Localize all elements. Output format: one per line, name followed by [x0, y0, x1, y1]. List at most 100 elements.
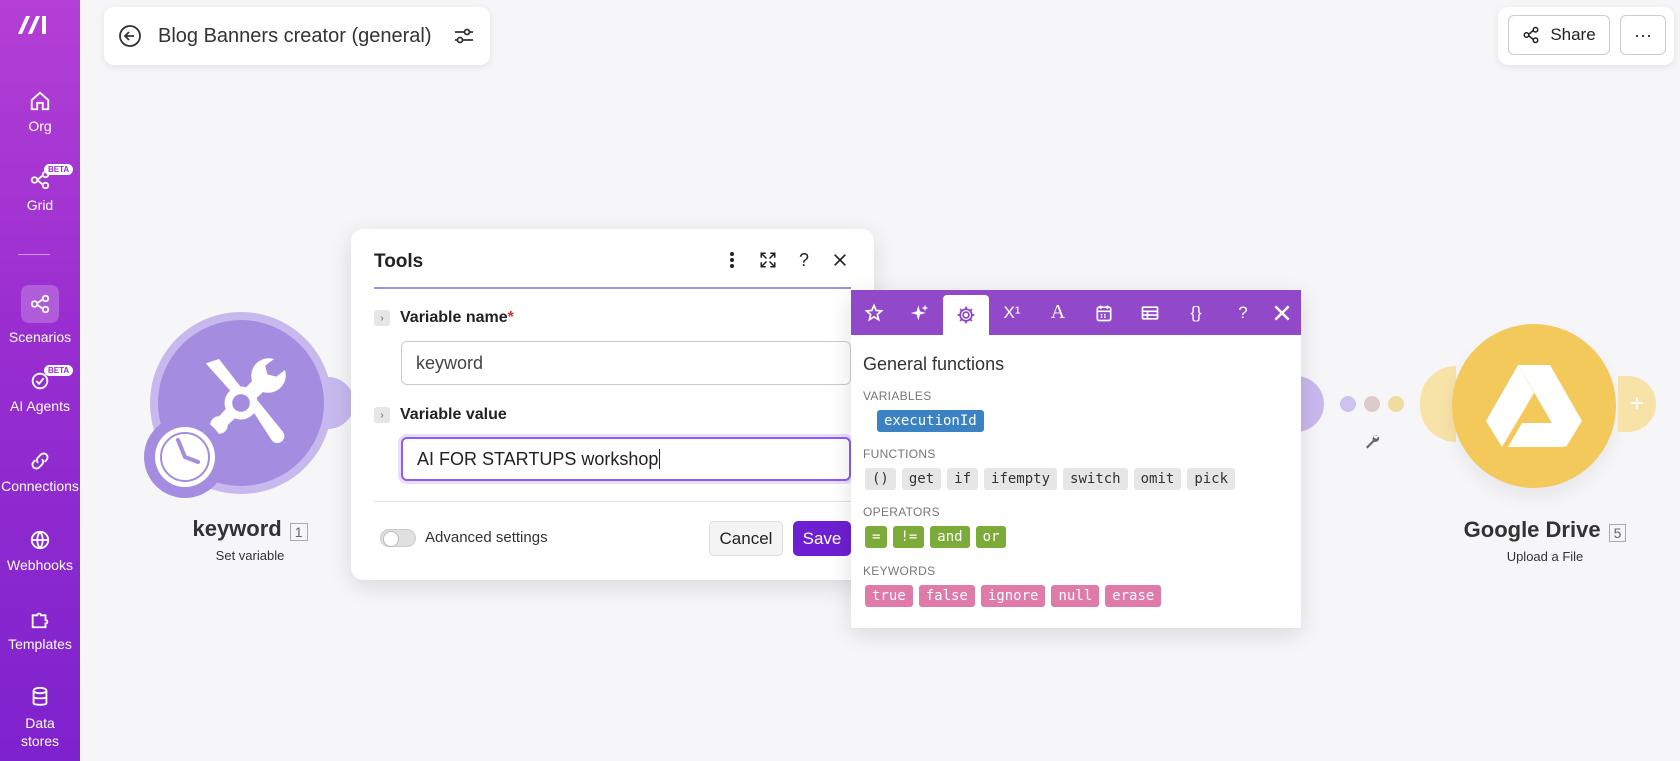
- share-button[interactable]: Share: [1508, 15, 1610, 55]
- functions-panel: X¹ A {} ? General functions VARIABLES ex…: [851, 290, 1301, 628]
- more-options-button[interactable]: ···: [1620, 15, 1666, 55]
- braces-icon: {}: [1190, 302, 1202, 322]
- section-title-operators: OPERATORS: [863, 505, 940, 519]
- section-title-functions: FUNCTIONS: [863, 447, 936, 461]
- schedule-clock-badge[interactable]: [144, 416, 226, 498]
- chip-operator[interactable]: or: [975, 526, 1007, 548]
- advanced-settings-toggle[interactable]: [380, 529, 416, 547]
- puzzle-icon: [31, 612, 49, 629]
- make-logo-icon[interactable]: [16, 10, 52, 38]
- sidebar-item-ai-agents[interactable]: BETA AI Agents: [0, 365, 80, 414]
- field-label-text: Variable name: [400, 309, 508, 326]
- chip-operator[interactable]: =: [865, 526, 888, 548]
- tab-date-functions[interactable]: [1081, 290, 1127, 335]
- advanced-settings-label: Advanced settings: [425, 529, 548, 546]
- dialog-header: Tools ?: [374, 249, 851, 289]
- sidebar: Org BETA Grid Scenarios BETA AI Agents C…: [0, 0, 80, 761]
- chip-keyword[interactable]: null: [1051, 585, 1100, 607]
- drive-module-input-connector[interactable]: [1420, 366, 1456, 442]
- wrench-icon[interactable]: [1363, 432, 1381, 450]
- sidebar-item-grid[interactable]: BETA Grid: [0, 164, 80, 213]
- sidebar-item-scenarios[interactable]: Scenarios: [0, 285, 80, 345]
- chip-function[interactable]: switch: [1063, 468, 1128, 490]
- chip-function[interactable]: (): [865, 468, 896, 490]
- module-number: 1: [289, 522, 308, 541]
- beta-badge: BETA: [44, 365, 74, 376]
- field-label-text: Variable value: [400, 406, 507, 423]
- sidebar-item-data-stores[interactable]: Data stores: [0, 686, 80, 750]
- variable-name-input[interactable]: keyword: [401, 341, 851, 385]
- kebab-menu-icon[interactable]: [721, 249, 743, 271]
- chevron-right-icon[interactable]: ›: [374, 310, 390, 326]
- keyword-module-label: keyword 1 Set variable: [180, 516, 320, 563]
- variables-chips: executionId: [877, 410, 984, 432]
- cancel-button[interactable]: Cancel: [709, 521, 783, 556]
- help-icon: ?: [1238, 302, 1248, 322]
- sidebar-item-label: Webhooks: [7, 557, 73, 573]
- chip-function[interactable]: pick: [1187, 468, 1236, 490]
- dialog-divider: [374, 501, 851, 502]
- module-subtitle: Upload a File: [1506, 549, 1584, 564]
- chip-keyword[interactable]: false: [918, 585, 975, 607]
- scenario-title[interactable]: Blog Banners creator (general): [158, 25, 452, 48]
- tab-general-functions[interactable]: [943, 295, 989, 335]
- close-icon[interactable]: [829, 249, 851, 271]
- functions-tabs: X¹ A {} ?: [851, 290, 1301, 335]
- tab-array-functions[interactable]: [1127, 290, 1173, 335]
- chip-operator[interactable]: !=: [893, 526, 925, 548]
- chip-keyword[interactable]: true: [865, 585, 913, 607]
- sidebar-item-webhooks[interactable]: Webhooks: [0, 529, 80, 573]
- chip-function[interactable]: get: [901, 468, 942, 490]
- keywords-chips: true false ignore null erase: [865, 585, 1162, 607]
- chip-function[interactable]: omit: [1133, 468, 1182, 490]
- top-right-actions: Share ···: [1498, 7, 1674, 65]
- panel-close[interactable]: [1267, 290, 1297, 335]
- panel-heading: General functions: [863, 354, 1005, 374]
- database-icon: [32, 686, 48, 706]
- sliders-icon[interactable]: [452, 24, 476, 48]
- tab-math-functions[interactable]: X¹: [989, 290, 1035, 335]
- chip-variable[interactable]: executionId: [877, 410, 984, 432]
- close-icon: [1274, 304, 1290, 321]
- add-module-plus-icon[interactable]: +: [1618, 376, 1656, 432]
- globe-icon: [30, 530, 50, 550]
- share-nodes-icon: [30, 294, 50, 314]
- text-cursor: [659, 449, 661, 469]
- chip-keyword[interactable]: erase: [1105, 585, 1162, 607]
- chip-keyword[interactable]: ignore: [980, 585, 1046, 607]
- input-value: AI FOR STARTUPS workshop: [417, 448, 659, 469]
- chip-function[interactable]: if: [947, 468, 979, 490]
- variable-value-input[interactable]: AI FOR STARTUPS workshop: [401, 437, 851, 481]
- sidebar-item-templates[interactable]: Templates: [0, 608, 80, 652]
- functions-chips: () get if ifempty switch omit pick: [865, 468, 1236, 490]
- table-icon: [1141, 305, 1159, 320]
- share-label: Share: [1550, 25, 1596, 44]
- tab-help[interactable]: ?: [1219, 290, 1267, 335]
- chevron-right-icon[interactable]: ›: [374, 407, 390, 423]
- help-icon[interactable]: ?: [793, 249, 815, 271]
- operators-chips: = != and or: [865, 526, 1007, 548]
- chip-function[interactable]: ifempty: [984, 468, 1058, 490]
- expand-icon[interactable]: [757, 249, 779, 271]
- sidebar-item-org[interactable]: Org: [0, 90, 80, 134]
- sidebar-item-label: Grid: [26, 197, 54, 213]
- chip-operator[interactable]: and: [930, 526, 970, 548]
- sidebar-item-label: AI Agents: [10, 398, 70, 414]
- save-button[interactable]: Save: [793, 521, 851, 556]
- tab-json-functions[interactable]: {}: [1173, 290, 1219, 335]
- google-drive-module[interactable]: [1452, 324, 1616, 488]
- sidebar-item-connections[interactable]: Connections: [0, 450, 80, 494]
- module-name: Google Drive: [1463, 517, 1601, 542]
- tab-ai[interactable]: [897, 290, 943, 335]
- home-icon: [30, 91, 50, 111]
- gear-icon: [957, 306, 975, 324]
- scenario-title-card: Blog Banners creator (general): [104, 7, 490, 65]
- connector-dot: [1340, 396, 1356, 412]
- back-arrow-icon[interactable]: [118, 24, 142, 48]
- input-value: keyword: [416, 352, 484, 373]
- google-drive-icon: [1486, 365, 1582, 447]
- tab-text-functions[interactable]: A: [1035, 290, 1081, 335]
- star-icon: [864, 302, 884, 321]
- tab-favorites[interactable]: [851, 290, 897, 335]
- connector-dot: [1364, 396, 1380, 412]
